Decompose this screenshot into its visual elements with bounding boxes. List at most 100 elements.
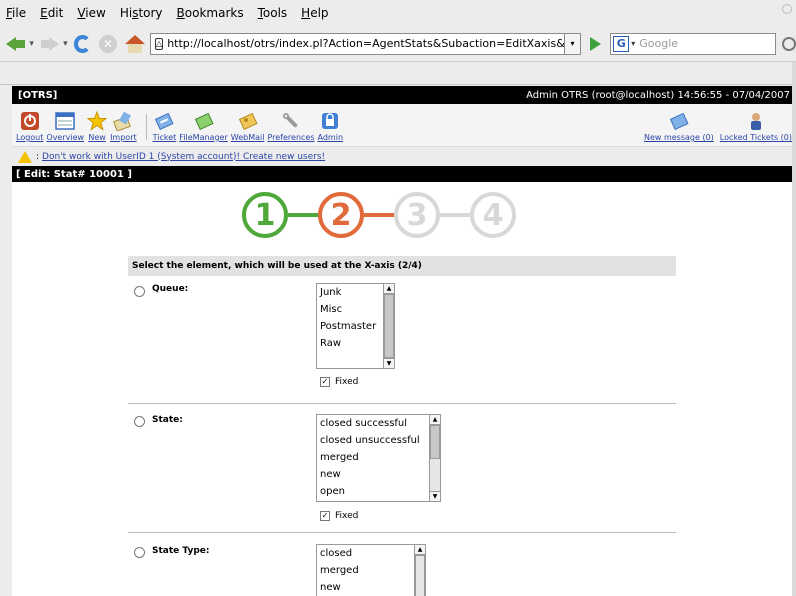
state-label: State: [152, 415, 183, 425]
toolbar-right: New message (0) Locked Tickets (0) [638, 111, 792, 142]
step-2: 2 [318, 192, 364, 238]
list-option[interactable]: merged [317, 449, 440, 466]
nav-ticket[interactable]: Ticket [153, 111, 177, 142]
scroll-thumb[interactable] [415, 555, 425, 596]
url-bar[interactable]: △ http://localhost/otrs/index.pl?Action=… [150, 32, 566, 55]
step-connector [288, 213, 318, 217]
menu-bookmarks[interactable]: Bookmarks [177, 6, 244, 20]
fixed-label: Fixed [335, 511, 359, 521]
new-message-icon [669, 112, 689, 131]
forward-dropdown-icon[interactable]: ▾ [63, 39, 68, 49]
bookmarks-toolbar [0, 63, 796, 85]
nav-logout-label[interactable]: Logout [16, 133, 43, 142]
user-info: Admin OTRS (root@localhost) 14:56:55 - 0… [526, 89, 790, 101]
state-type-listbox[interactable]: closed merged new ▲ [316, 544, 426, 596]
menu-history[interactable]: History [120, 6, 163, 20]
menu-file[interactable]: File [6, 6, 26, 20]
scrollbar[interactable]: ▲ ▼ [383, 284, 394, 368]
nav-webmail-label[interactable]: WebMail [231, 133, 265, 142]
scroll-up-icon[interactable]: ▲ [384, 284, 394, 294]
menu-view[interactable]: View [77, 6, 105, 20]
state-fixed-checkbox[interactable]: ✓ [320, 511, 330, 521]
list-option[interactable]: merged [317, 562, 425, 579]
nav-import[interactable]: Import [110, 111, 137, 142]
locked-tickets-icon [750, 113, 761, 130]
step-4: 4 [470, 192, 516, 238]
back-dropdown-icon[interactable]: ▾ [29, 39, 34, 49]
stop-icon[interactable]: ✕ [99, 34, 117, 53]
logout-icon [20, 112, 39, 130]
nav-import-label[interactable]: Import [110, 133, 137, 142]
state-type-radio[interactable] [134, 547, 145, 558]
nav-new-label[interactable]: New [88, 133, 105, 142]
page-viewport: [OTRS] Admin OTRS (root@localhost) 14:56… [12, 86, 796, 596]
scroll-thumb[interactable] [430, 425, 440, 459]
back-arrow-icon[interactable] [6, 36, 26, 52]
scrollbar[interactable]: ▲ ▼ [429, 415, 440, 501]
nav-logout[interactable]: Logout [16, 111, 43, 142]
wrench-icon [282, 113, 298, 128]
list-option[interactable]: new [317, 579, 425, 596]
list-option[interactable]: closed unsuccessful [317, 432, 440, 449]
search-engine-icon[interactable]: G [613, 35, 630, 52]
nav-overview[interactable]: Overview [46, 111, 84, 142]
url-dropdown-icon[interactable]: ▾ [565, 32, 581, 55]
reload-icon[interactable] [73, 34, 92, 53]
list-option[interactable]: closed successful [317, 415, 440, 432]
menu-help[interactable]: Help [301, 6, 328, 20]
list-option[interactable]: new [317, 466, 440, 483]
search-engine-dropdown-icon[interactable]: ▾ [631, 39, 635, 48]
xaxis-row-queue: Queue: Junk Misc Postmaster Raw ▲ ▼ ✓ Fi… [128, 276, 676, 404]
nav-locked-tickets-label[interactable]: Locked Tickets (0) [720, 133, 792, 142]
scroll-up-icon[interactable]: ▲ [415, 545, 425, 555]
queue-fixed[interactable]: ✓ Fixed [320, 377, 358, 387]
step-connector [440, 213, 470, 217]
queue-fixed-checkbox[interactable]: ✓ [320, 377, 330, 387]
nav-new-message-label[interactable]: New message (0) [644, 133, 714, 142]
queue-label: Queue: [152, 284, 189, 294]
queue-radio[interactable] [134, 286, 145, 297]
step-3: 3 [394, 192, 440, 238]
step-connector [364, 213, 394, 217]
home-icon[interactable] [124, 34, 146, 53]
nav-admin[interactable]: Admin [318, 111, 344, 142]
nav-preferences-label[interactable]: Preferences [267, 133, 314, 142]
window-scrollbar[interactable] [792, 62, 796, 596]
list-option[interactable]: open [317, 483, 440, 500]
menu-tools[interactable]: Tools [258, 6, 288, 20]
scroll-down-icon[interactable]: ▼ [384, 358, 394, 368]
scrollbar[interactable]: ▲ [414, 545, 425, 596]
scroll-down-icon[interactable]: ▼ [430, 491, 440, 501]
nav-filemanager-label[interactable]: FileManager [179, 133, 227, 142]
nav-ticket-label[interactable]: Ticket [153, 133, 177, 142]
state-radio[interactable] [134, 416, 145, 427]
nav-admin-label[interactable]: Admin [318, 133, 344, 142]
nav-new[interactable]: New [87, 111, 108, 142]
search-input[interactable]: G ▾ Google [610, 32, 777, 55]
edit-title-bar: [ Edit: Stat# 10001 ] [12, 166, 796, 182]
scroll-thumb[interactable] [384, 294, 394, 358]
nav-preferences[interactable]: Preferences [267, 111, 315, 142]
state-fixed[interactable]: ✓ Fixed [320, 511, 358, 521]
go-arrow-icon[interactable] [587, 36, 602, 52]
scroll-up-icon[interactable]: ▲ [430, 415, 440, 425]
queue-listbox[interactable]: Junk Misc Postmaster Raw ▲ ▼ [316, 283, 395, 369]
nav-webmail[interactable]: WebMail [231, 111, 265, 142]
state-listbox[interactable]: closed successful closed unsuccessful me… [316, 414, 441, 502]
webmail-icon [238, 112, 258, 131]
otrs-toolbar: Logout Overview New Import Ticket FileMa… [12, 104, 796, 146]
menu-edit[interactable]: Edit [40, 6, 63, 20]
create-users-link[interactable]: Don't work with UserID 1 (System account… [42, 152, 325, 162]
nav-filemanager[interactable]: FileManager [179, 111, 228, 142]
list-option[interactable]: closed [317, 545, 425, 562]
magnifier-icon[interactable] [782, 36, 796, 51]
state-type-label: State Type: [152, 546, 210, 556]
nav-overview-label[interactable]: Overview [46, 133, 84, 142]
url-text: http://localhost/otrs/index.pl?Action=Ag… [167, 37, 565, 50]
nav-locked-tickets[interactable]: Locked Tickets (0) [720, 111, 792, 142]
star-icon [87, 111, 108, 131]
forward-arrow-icon[interactable] [40, 36, 60, 52]
nav-new-message[interactable]: New message (0) [644, 111, 714, 142]
search-placeholder: Google [639, 37, 679, 50]
browser-navbar: ▾ ▾ ✕ △ http://localhost/otrs/index.pl?A… [0, 26, 796, 62]
